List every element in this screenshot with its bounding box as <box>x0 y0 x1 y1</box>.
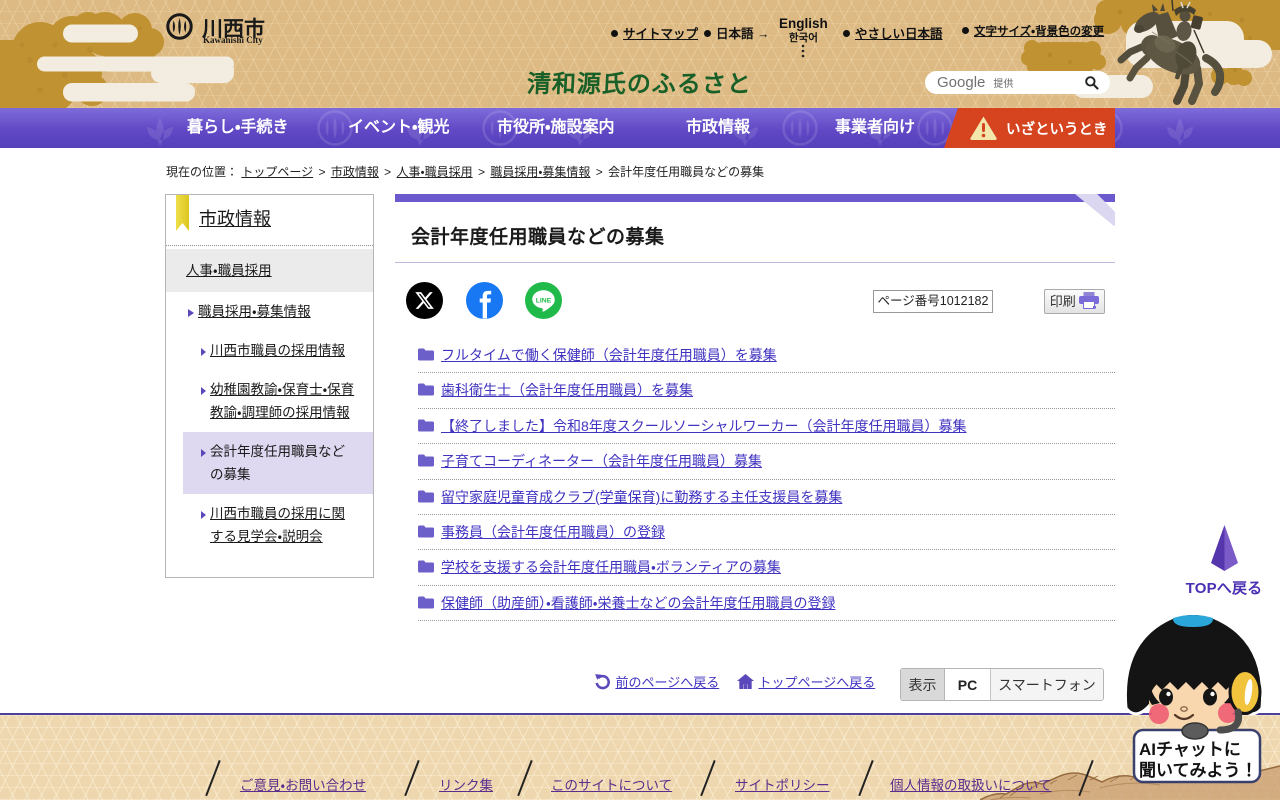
svg-text:聞いてみよう！: 聞いてみよう！ <box>1139 761 1258 780</box>
svg-text:AIチャットに: AIチャットに <box>1139 740 1241 759</box>
svg-text:LINE: LINE <box>536 298 552 305</box>
